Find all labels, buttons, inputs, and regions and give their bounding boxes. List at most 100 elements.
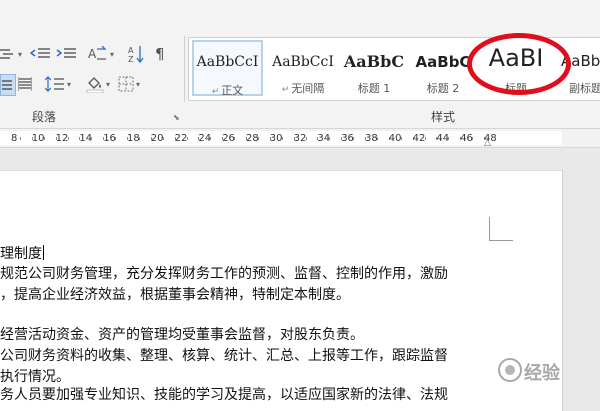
chevron-down-icon: ▾: [136, 79, 141, 89]
sort-icon: AZ: [128, 45, 146, 63]
style-name: 标题 1: [357, 82, 391, 95]
ruler-number: 20: [150, 133, 164, 144]
sort-button[interactable]: AZ: [128, 44, 146, 64]
indent-marker-icon[interactable]: △: [484, 138, 491, 148]
ruler-minor-tick: [424, 137, 426, 140]
window-title-fragment: ·: [236, 0, 240, 7]
ruler-minor-tick: [67, 137, 69, 140]
style-heading-2[interactable]: AaBbC 标题 2: [411, 40, 475, 96]
document-page[interactable]: 理制度 规范公司财务管理，充分发挥财务工作的预测、监督、控制的作用，激励 ，提高…: [0, 170, 563, 411]
paint-bucket-icon: [86, 75, 104, 93]
chevron-down-icon: ▾: [110, 49, 115, 59]
ruler-number: 16: [103, 133, 116, 144]
decrease-indent-button[interactable]: [30, 44, 50, 64]
style-sample: AaBbC: [415, 53, 471, 71]
document-line: 经营活动资金、资产的管理均受董事会监督，对股东负责。: [0, 327, 364, 343]
chevron-down-icon: ▾: [106, 79, 111, 89]
text-caret: [43, 245, 44, 260]
red-highlight-circle: [467, 33, 571, 95]
margin-corner-mark: [489, 240, 513, 241]
style-name: ↵ 无间隔: [281, 82, 325, 95]
ruler-number: 34: [317, 133, 331, 144]
ruler-number: 38: [365, 133, 378, 144]
ruler-number: 30: [269, 133, 283, 144]
chinese-layout-button[interactable]: A ▾: [88, 44, 114, 64]
ruler-number: 10: [31, 133, 45, 144]
multilevel-list-button[interactable]: ▾: [0, 44, 22, 64]
ruler-number: 26: [222, 133, 235, 144]
distributed-button[interactable]: [18, 74, 32, 94]
window-title-fragment: ·: [290, 0, 294, 7]
watermark-logo-icon: [498, 358, 522, 386]
ruler-minor-tick: [281, 137, 283, 140]
chevron-down-icon: ▾: [67, 79, 72, 89]
ruler-number: 46: [460, 133, 473, 144]
ruler-number: 8: [11, 133, 18, 144]
paragraph-dialog-launcher-icon[interactable]: ⬊: [173, 113, 180, 122]
style-sample: AaBbC: [343, 52, 405, 71]
style-sample: AaBbCcI: [272, 54, 334, 70]
borders-button[interactable]: ▾: [118, 74, 140, 94]
ruler-number: 14: [79, 133, 93, 144]
svg-text:Z: Z: [128, 55, 134, 63]
ruler-number: 18: [127, 133, 140, 144]
ruler-minor-tick: [234, 137, 236, 140]
ruler-minor-tick: [400, 137, 402, 140]
ruler-minor-tick: [329, 137, 331, 140]
ruler-minor-tick: [448, 137, 450, 140]
distributed-icon: [18, 77, 32, 91]
ruler-number: 42: [412, 133, 426, 144]
style-name: ↵ 正文: [211, 84, 244, 97]
document-line: 执行情况。: [0, 369, 70, 385]
ruler-number: 24: [198, 133, 212, 144]
style-heading-1[interactable]: AaBbC 标题 1: [340, 40, 408, 96]
document-line: 务人员要加强专业知识、技能的学习及提高，以适应国家新的法律、法规: [0, 387, 448, 403]
ruler-minor-tick: [43, 137, 45, 140]
ruler-minor-tick: [472, 137, 474, 140]
justify-button[interactable]: [0, 74, 16, 96]
style-name: 标题 2: [426, 82, 460, 95]
ruler-minor-tick: [138, 137, 140, 140]
increase-indent-button[interactable]: [56, 44, 76, 64]
style-normal[interactable]: AaBbCcI ↵ 正文: [192, 40, 263, 97]
ruler-minor-tick: [210, 137, 212, 140]
decrease-indent-icon: [30, 47, 50, 61]
svg-text:A: A: [128, 46, 134, 55]
horizontal-ruler[interactable]: 8 10 12 14 16 18 20 22 24 26 28 30 32 34 36 38 40 42 44 46 4…: [0, 129, 600, 148]
ruler-number: 28: [246, 133, 259, 144]
borders-icon: [118, 76, 134, 92]
group-separator: [184, 36, 185, 102]
svg-text:A: A: [88, 47, 97, 61]
ribbon: · · ▾ A ▾ AZ ¶: [0, 0, 600, 129]
ruler-minor-tick: [353, 137, 355, 140]
ruler-minor-tick: [376, 137, 378, 140]
watermark-text: 经验: [524, 363, 560, 384]
ruler-number: 12: [55, 133, 69, 144]
ruler-minor-tick: [257, 137, 259, 140]
ruler-number: 32: [293, 133, 307, 144]
ruler-number: 40: [388, 133, 402, 144]
document-line: ，提高企业经济效益，根据董事会精神，特制定本制度。: [0, 287, 350, 303]
style-sample: AaBbCcI: [196, 54, 259, 70]
ruler-number: 44: [436, 133, 450, 144]
line-spacing-button[interactable]: ▾: [45, 74, 71, 94]
ruler-number: 36: [341, 133, 354, 144]
ruler-minor-tick: [115, 137, 117, 140]
document-line: 理制度: [0, 245, 44, 262]
ruler-minor-tick: [162, 137, 164, 140]
show-formatting-marks-button[interactable]: ¶: [155, 44, 165, 64]
justify-icon: [1, 78, 13, 92]
shading-button[interactable]: ▾: [86, 74, 110, 94]
style-no-spacing[interactable]: AaBbCcI ↵ 无间隔: [267, 40, 339, 96]
line-spacing-icon: [45, 76, 65, 92]
chevron-down-icon: ▾: [18, 49, 23, 59]
ruler-minor-tick: [91, 137, 93, 140]
ruler-minor-tick: [19, 137, 21, 140]
increase-indent-icon: [56, 47, 76, 61]
paragraph-group-label: 段落: [32, 110, 57, 124]
document-line: 规范公司财务管理，充分发挥财务工作的预测、监督、控制的作用，激励: [0, 266, 448, 282]
margin-corner-mark: [489, 217, 490, 241]
ruler-number: 22: [174, 133, 188, 144]
style-name: 副标题: [569, 82, 600, 95]
list-icon: [0, 47, 16, 61]
